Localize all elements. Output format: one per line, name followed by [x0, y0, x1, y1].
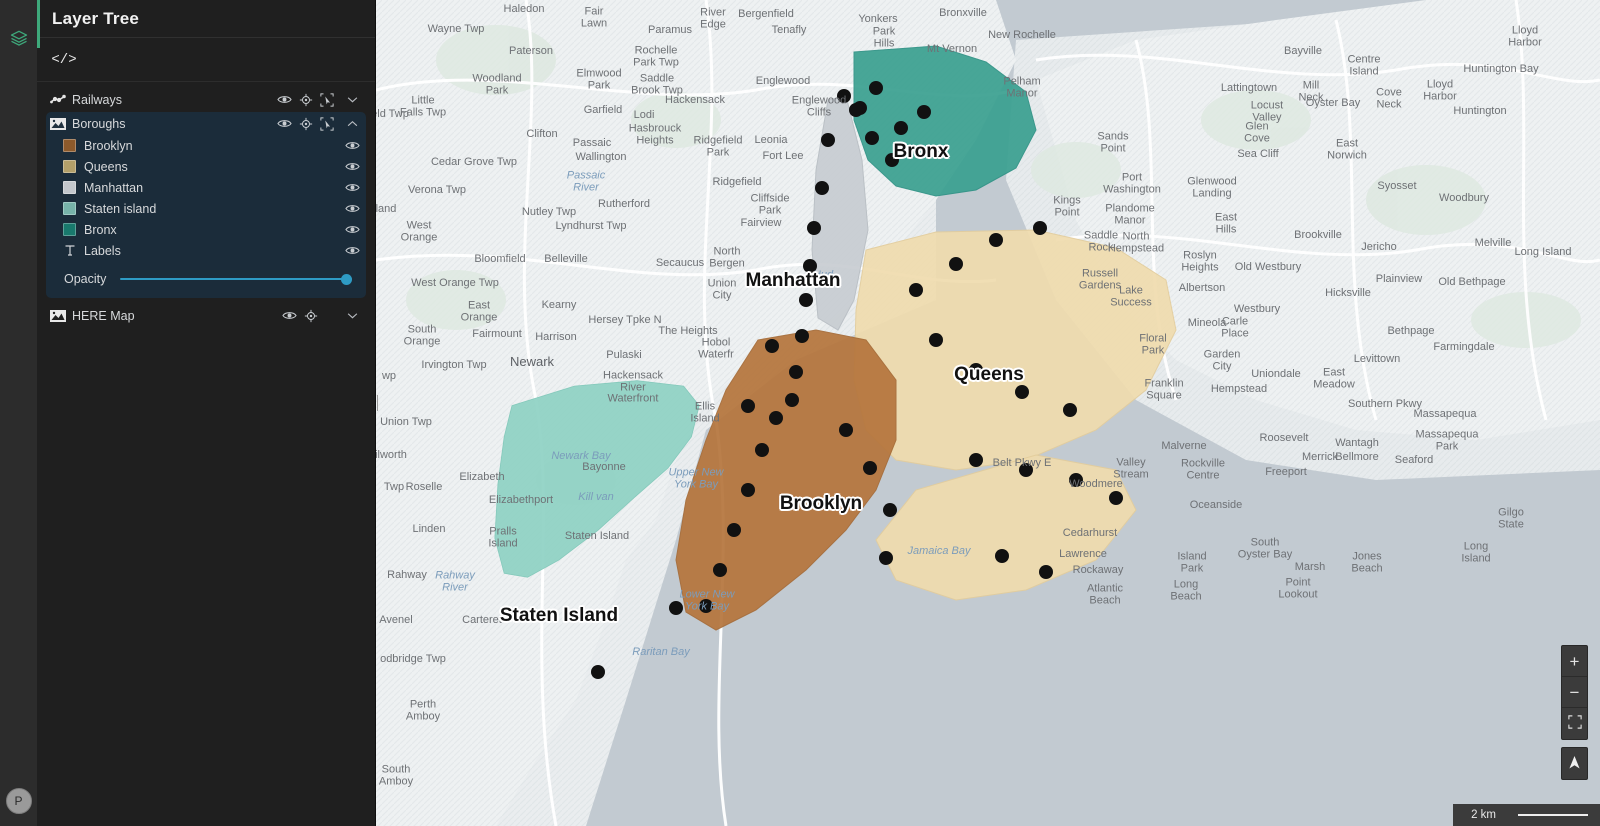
color-swatch-queens: [63, 160, 76, 173]
visibility-eye-icon[interactable]: [345, 243, 360, 258]
child-label-staten-island: Staten island: [84, 201, 157, 216]
code-icon: </>: [51, 51, 77, 68]
visibility-eye-icon[interactable]: [277, 92, 292, 107]
layer-child-brooklyn[interactable]: Brooklyn: [46, 135, 366, 156]
visibility-eye-icon[interactable]: [345, 159, 360, 174]
panel-active-accent: [37, 0, 40, 48]
color-swatch-staten-island: [63, 202, 76, 215]
panel-resize-handle[interactable]: [376, 392, 379, 414]
scale-distance-label: 2 km: [1471, 809, 1496, 821]
chevron-down-icon[interactable]: [344, 92, 360, 108]
panel-header: Layer Tree: [37, 0, 375, 38]
scale-bar-line: [1518, 814, 1588, 816]
gis-application: P Layer Tree </> Railways Boroughs Brook…: [0, 0, 1600, 826]
layer-name-railways: Railways: [72, 92, 123, 107]
child-label-manhattan: Manhattan: [84, 180, 144, 195]
resize-grip-line: [376, 395, 378, 411]
visibility-eye-icon[interactable]: [345, 138, 360, 153]
controls-separator: [1561, 740, 1588, 747]
text-label-icon: [63, 244, 76, 257]
layer-child-labels[interactable]: Labels: [46, 240, 366, 261]
zoom-to-layer-icon[interactable]: [298, 92, 313, 107]
layer-row-here-map[interactable]: HERE Map: [46, 304, 366, 327]
layer-row-boroughs[interactable]: Boroughs: [46, 112, 366, 135]
zoom-in-button[interactable]: +: [1562, 646, 1587, 677]
opacity-label: Opacity: [64, 272, 107, 286]
child-label-brooklyn: Brooklyn: [84, 138, 133, 153]
opacity-slider-track: [120, 278, 352, 280]
layer-child-manhattan[interactable]: Manhattan: [46, 177, 366, 198]
layers-icon: [9, 28, 29, 48]
select-features-icon[interactable]: [319, 92, 334, 107]
layer-child-staten-island[interactable]: Staten island: [46, 198, 366, 219]
raster-image-icon: [49, 117, 67, 131]
zoom-to-extent-button[interactable]: [1562, 708, 1587, 739]
left-icon-rail: P: [0, 0, 37, 826]
layer-row-railways[interactable]: Railways: [46, 88, 366, 111]
map-viewport[interactable]: Haledon Fair Lawn River Edge Bergenfield Ten…: [376, 0, 1600, 826]
chevron-down-icon[interactable]: [344, 308, 360, 324]
color-swatch-brooklyn: [63, 139, 76, 152]
zoom-control-group: + −: [1561, 645, 1588, 740]
layer-group-boroughs: Boroughs Brooklyn Queens Manhattan State…: [46, 112, 366, 298]
layers-panel-toggle[interactable]: [0, 18, 37, 58]
layer-tree-panel: Layer Tree </> Railways Boroughs Brookly…: [37, 0, 376, 826]
zoom-to-layer-icon[interactable]: [298, 116, 313, 131]
layer-actions-railways: [277, 92, 360, 108]
layer-name-boroughs: Boroughs: [72, 116, 126, 131]
visibility-eye-icon[interactable]: [345, 180, 360, 195]
zoom-to-layer-icon[interactable]: [303, 308, 318, 323]
visibility-eye-icon[interactable]: [282, 308, 297, 323]
opacity-slider-thumb[interactable]: [341, 273, 352, 285]
zoom-out-button[interactable]: −: [1562, 677, 1587, 708]
map-controls: + −: [1561, 645, 1588, 780]
layer-name-here-map: HERE Map: [72, 308, 135, 323]
child-label-bronx: Bronx: [84, 222, 117, 237]
layer-actions-here-map: [282, 308, 360, 324]
layer-actions-boroughs: [277, 116, 360, 132]
rail-top-group: [0, 0, 37, 58]
layer-child-bronx[interactable]: Bronx: [46, 219, 366, 240]
select-features-icon[interactable]: [319, 116, 334, 131]
fullscreen-extent-icon: [1567, 715, 1582, 732]
user-avatar[interactable]: P: [5, 788, 32, 814]
raster-image-icon: [49, 309, 67, 323]
railway-line-icon: [49, 93, 67, 107]
code-view-button[interactable]: </>: [51, 47, 77, 73]
visibility-eye-icon[interactable]: [277, 116, 292, 131]
child-label-queens: Queens: [84, 159, 128, 174]
visibility-eye-icon[interactable]: [345, 222, 360, 237]
north-arrow-button[interactable]: [1562, 748, 1587, 779]
map-canvas: [376, 0, 1600, 826]
north-arrow-icon: [1568, 755, 1581, 773]
compass-control-group: [1561, 747, 1588, 780]
page-title: Layer Tree: [52, 8, 140, 28]
scale-bar: 2 km: [1453, 804, 1600, 826]
color-swatch-bronx: [63, 223, 76, 236]
layer-child-queens[interactable]: Queens: [46, 156, 366, 177]
panel-toolbar: </>: [37, 38, 375, 82]
opacity-control: Opacity: [46, 261, 366, 292]
layer-tree: Railways Boroughs Brooklyn Queens Manhat…: [37, 82, 375, 327]
child-label-labels: Labels: [84, 243, 121, 258]
visibility-eye-icon[interactable]: [345, 201, 360, 216]
color-swatch-manhattan: [63, 181, 76, 194]
chevron-up-icon[interactable]: [344, 116, 360, 132]
opacity-slider[interactable]: [120, 272, 352, 286]
